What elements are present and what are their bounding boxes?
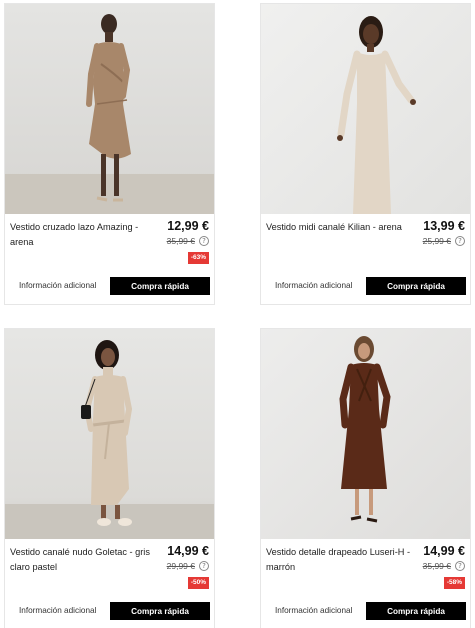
old-price-row: 35,99 € ? — [423, 561, 465, 571]
product-photo[interactable] — [5, 329, 214, 539]
discount-badge: -50% — [187, 577, 209, 589]
old-price-row: 35,99 € ? — [167, 236, 209, 246]
help-icon[interactable]: ? — [455, 561, 465, 571]
product-card[interactable]: Vestido cruzado lazo Amazing - arena 12,… — [4, 3, 215, 305]
quick-buy-button[interactable]: Compra rápida — [110, 602, 210, 620]
old-price-row: 25,99 € ? — [423, 236, 465, 246]
product-name[interactable]: Vestido cruzado lazo Amazing - arena — [10, 220, 158, 250]
help-icon[interactable]: ? — [199, 236, 209, 246]
product-photo[interactable] — [261, 4, 470, 214]
more-info-link[interactable]: Información adicional — [275, 281, 352, 290]
discount-badge: -58% — [443, 577, 465, 589]
product-card[interactable]: Vestido midi canalé Kilian - arena 13,99… — [260, 3, 471, 305]
product-photo[interactable] — [261, 329, 470, 539]
old-price: 25,99 € — [422, 236, 451, 246]
old-price-row: 29,99 € ? — [167, 561, 209, 571]
more-info-link[interactable]: Información adicional — [19, 606, 96, 615]
product-name[interactable]: Vestido detalle drapeado Luseri-H - marr… — [266, 545, 414, 575]
quick-buy-button[interactable]: Compra rápida — [110, 277, 210, 295]
product-photo[interactable] — [5, 4, 214, 214]
product-name[interactable]: Vestido midi canalé Kilian - arena — [266, 220, 414, 235]
quick-buy-button[interactable]: Compra rápida — [366, 602, 466, 620]
discount-badge: -63% — [187, 252, 209, 264]
product-price: 12,99 € — [167, 219, 209, 233]
more-info-link[interactable]: Información adicional — [275, 606, 352, 615]
product-card[interactable]: Vestido detalle drapeado Luseri-H - marr… — [260, 328, 471, 628]
help-icon[interactable]: ? — [199, 561, 209, 571]
quick-buy-button[interactable]: Compra rápida — [366, 277, 466, 295]
old-price: 29,99 € — [166, 561, 195, 571]
product-price: 14,99 € — [167, 544, 209, 558]
product-price: 13,99 € — [423, 219, 465, 233]
product-card[interactable]: Vestido canalé nudo Goletac - gris claro… — [4, 328, 215, 628]
more-info-link[interactable]: Información adicional — [19, 281, 96, 290]
help-icon[interactable]: ? — [455, 236, 465, 246]
product-price: 14,99 € — [423, 544, 465, 558]
old-price: 35,99 € — [166, 236, 195, 246]
product-name[interactable]: Vestido canalé nudo Goletac - gris claro… — [10, 545, 158, 575]
old-price: 35,99 € — [422, 561, 451, 571]
